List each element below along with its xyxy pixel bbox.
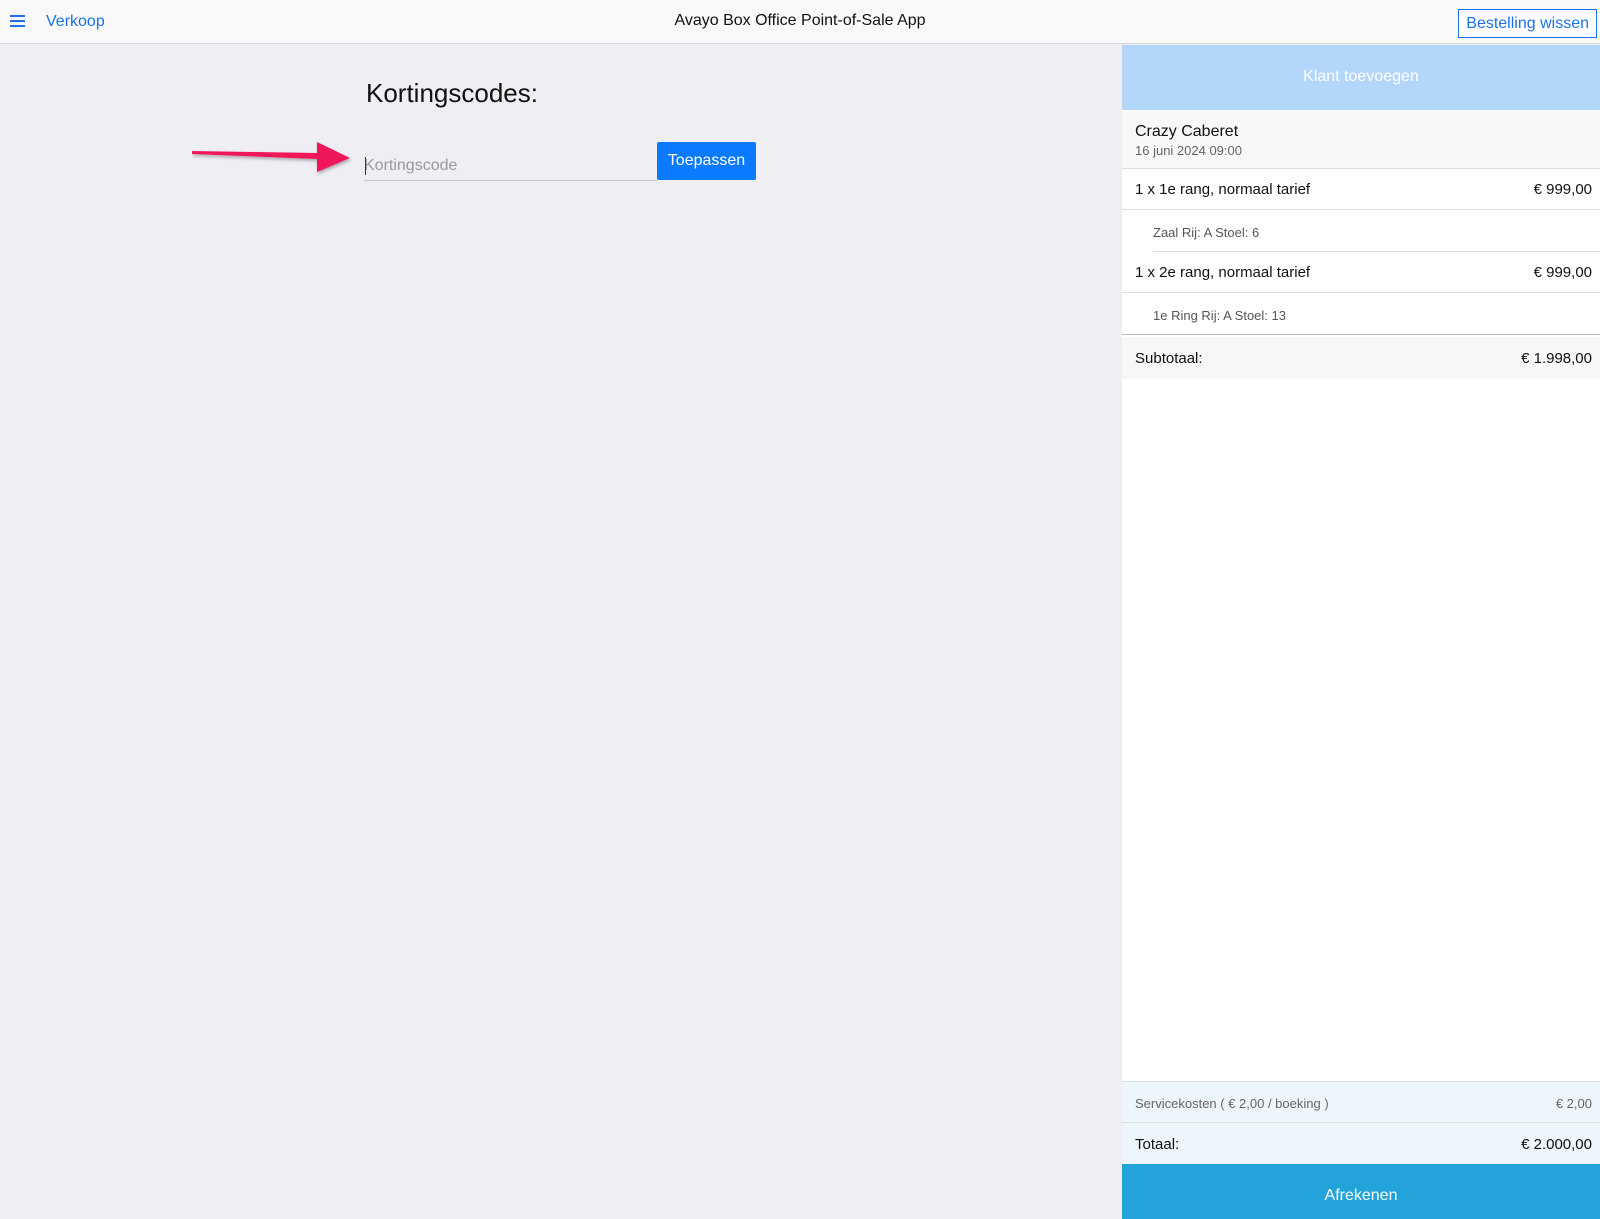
total-label: Totaal: (1135, 1136, 1180, 1153)
clear-order-button[interactable]: Bestelling wissen (1458, 9, 1597, 38)
arrow-right-icon (192, 142, 350, 172)
top-bar: Verkoop Avayo Box Office Point-of-Sale A… (0, 0, 1600, 44)
line-item-label: 1 x 1e rang, normaal tarief (1135, 181, 1311, 198)
seat-info: 1e Ring Rij: A Stoel: 13 (1153, 308, 1286, 323)
order-line-item[interactable]: 1 x 1e rang, normaal tarief € 999,00 (1122, 169, 1600, 210)
event-header: Crazy Caberet 16 juni 2024 09:00 (1122, 110, 1600, 169)
add-customer-button[interactable]: Klant toevoegen (1122, 45, 1600, 110)
discount-codes-title: Kortingscodes: (366, 78, 538, 108)
line-item-amount: € 999,00 (1533, 264, 1592, 281)
apply-button[interactable]: Toepassen (657, 142, 756, 180)
event-date: 16 juni 2024 09:00 (1135, 143, 1242, 158)
line-item-amount: € 999,00 (1533, 181, 1592, 198)
order-line-item[interactable]: 1 x 2e rang, normaal tarief € 999,00 (1122, 252, 1600, 293)
service-fee-amount: € 2,00 (1555, 1096, 1592, 1111)
seat-info-row: 1e Ring Rij: A Stoel: 13 (1122, 294, 1600, 335)
seat-info: Zaal Rij: A Stoel: 6 (1153, 225, 1260, 240)
service-fee-row: Servicekosten ( € 2,00 / boeking ) € 2,0… (1122, 1081, 1600, 1123)
total-amount: € 2.000,00 (1521, 1136, 1592, 1153)
line-item-label: 1 x 2e rang, normaal tarief (1135, 264, 1311, 281)
event-name: Crazy Caberet (1135, 123, 1239, 140)
total-row: Totaal: € 2.000,00 (1122, 1123, 1600, 1164)
text-cursor (365, 157, 366, 175)
app-title: Avayo Box Office Point-of-Sale App (674, 12, 926, 29)
discount-code-input[interactable] (364, 152, 657, 181)
divider (1122, 334, 1600, 335)
checkout-button[interactable]: Afrekenen (1122, 1164, 1600, 1219)
subtotal-amount: € 1.998,00 (1521, 350, 1592, 367)
order-panel: Klant toevoegen Crazy Caberet 16 juni 20… (1122, 45, 1600, 1219)
subtotal-label: Subtotaal: (1135, 350, 1203, 367)
subtotal-row: Subtotaal: € 1.998,00 (1122, 337, 1600, 379)
service-fee-label: Servicekosten ( € 2,00 / boeking ) (1135, 1096, 1329, 1111)
seat-info-row: Zaal Rij: A Stoel: 6 (1122, 211, 1600, 252)
